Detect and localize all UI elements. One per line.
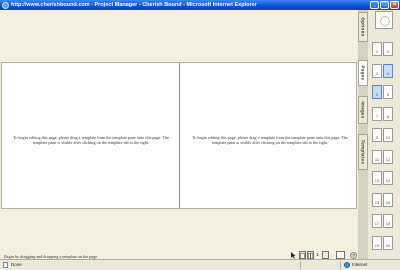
- tab-options[interactable]: Options: [358, 12, 368, 42]
- page-thumbnail[interactable]: 14: [383, 171, 393, 185]
- page-thumbnail-label: 5: [375, 92, 379, 97]
- page-thumbnail-label: 10: [385, 135, 391, 140]
- page-thumbnail-label: 3: [375, 70, 379, 76]
- page-thumbnail[interactable]: 5: [372, 85, 382, 99]
- page-thumbnail[interactable]: 1: [372, 42, 382, 56]
- page-thumbnail-label: 8: [386, 113, 390, 119]
- page-thumbnail-label: 2: [386, 49, 390, 54]
- status-done: Done: [11, 262, 22, 267]
- tab-images[interactable]: Images: [358, 96, 368, 124]
- page-thumbnail-label: 9: [375, 135, 379, 140]
- page-thumbnail-label: 20: [385, 242, 391, 248]
- internet-explorer-icon: [2, 1, 9, 9]
- page-thumbnail-label: 13: [374, 178, 380, 183]
- page-thumbnail[interactable]: 4: [383, 63, 393, 78]
- page-thumbnail[interactable]: 6: [383, 85, 393, 99]
- page-thumbnail-label: 15: [374, 199, 380, 205]
- page-thumbnail[interactable]: 2: [383, 42, 393, 56]
- page-thumbnail[interactable]: 20: [383, 235, 393, 250]
- status-separator: [300, 261, 301, 269]
- page-done-icon: [3, 262, 8, 268]
- tab-templates[interactable]: Templates: [358, 134, 368, 170]
- browser-status-bar: Done Internet: [0, 259, 400, 270]
- right-panel: Options Pages Images Templates 123456789…: [358, 10, 400, 264]
- page-thumbnail[interactable]: 11: [372, 149, 382, 164]
- minimize-button[interactable]: _: [370, 1, 379, 9]
- page-thumbnail-label: 7: [375, 113, 379, 119]
- page-thumbnail-label: 12: [385, 156, 391, 162]
- page-thumbnail-label: 11: [374, 156, 380, 162]
- page-thumbnail-label: 1: [375, 49, 379, 54]
- cover-ornament-icon: [380, 16, 390, 26]
- page-thumbnail-label: 14: [385, 178, 391, 183]
- cover-thumbnail[interactable]: [375, 11, 393, 29]
- page-thumbnail-label: 18: [385, 221, 391, 226]
- page-thumbnail[interactable]: 13: [372, 171, 382, 185]
- page-thumbnail[interactable]: 10: [383, 128, 393, 142]
- page-thumbnail[interactable]: 8: [383, 106, 393, 121]
- right-page-instructions: To begin editing this page, please drag …: [192, 135, 348, 145]
- security-zone: Internet: [352, 262, 368, 267]
- help-icon[interactable]: ?: [350, 251, 357, 259]
- maximize-button[interactable]: □: [380, 1, 389, 9]
- page-thumbnail-label: 17: [374, 221, 380, 226]
- page-thumbnail[interactable]: 19: [372, 235, 382, 250]
- page-thumbnail[interactable]: 17: [372, 214, 382, 228]
- page-thumbnail-label: 19: [374, 242, 380, 248]
- window-title: http://www.cherishbound.com - Project Ma…: [11, 2, 257, 8]
- zoom-box[interactable]: [336, 251, 345, 259]
- project-manager-workspace: To begin editing this page, please drag …: [0, 10, 400, 259]
- window-title-bar: http://www.cherishbound.com - Project Ma…: [0, 0, 400, 10]
- page-thumbnail[interactable]: 16: [383, 192, 393, 207]
- internet-zone-icon: [344, 262, 350, 268]
- page-thumbnail-label: 16: [385, 199, 391, 205]
- page-thumbnail[interactable]: 9: [372, 128, 382, 142]
- page-thumbnail-label: 4: [386, 70, 390, 76]
- workspace-top-band: [0, 10, 358, 62]
- left-page-instructions: To begin editing this page, please drag …: [13, 135, 169, 145]
- spread-divider: [179, 63, 180, 208]
- status-separator: [340, 261, 341, 269]
- thumbnail-scroll: [369, 252, 400, 264]
- page-thumbnails: 1 2 3 4 5 6 7 8 9 10 11 12 13 14 15 16 17 18 19 20: [369, 10, 400, 264]
- side-tab-strip: Options Pages Images Templates: [358, 10, 368, 259]
- pointer-tool-icon[interactable]: [289, 251, 297, 259]
- page-thumbnail[interactable]: 7: [372, 106, 382, 121]
- page-thumbnail-label: 6: [386, 92, 390, 97]
- single-page-view-icon[interactable]: [299, 251, 306, 259]
- page-thumbnail[interactable]: 15: [372, 192, 382, 207]
- next-spread-button[interactable]: [322, 251, 329, 259]
- page-thumbnail[interactable]: 12: [383, 149, 393, 164]
- page-thumbnail[interactable]: 18: [383, 214, 393, 228]
- page-spread: To begin editing this page, please drag …: [1, 62, 357, 209]
- spread-view-icon[interactable]: [307, 251, 314, 259]
- tab-pages[interactable]: Pages: [358, 60, 368, 86]
- page-thumbnail[interactable]: 3: [372, 63, 382, 78]
- page-number: 1: [316, 252, 319, 257]
- close-button[interactable]: ×: [390, 1, 399, 9]
